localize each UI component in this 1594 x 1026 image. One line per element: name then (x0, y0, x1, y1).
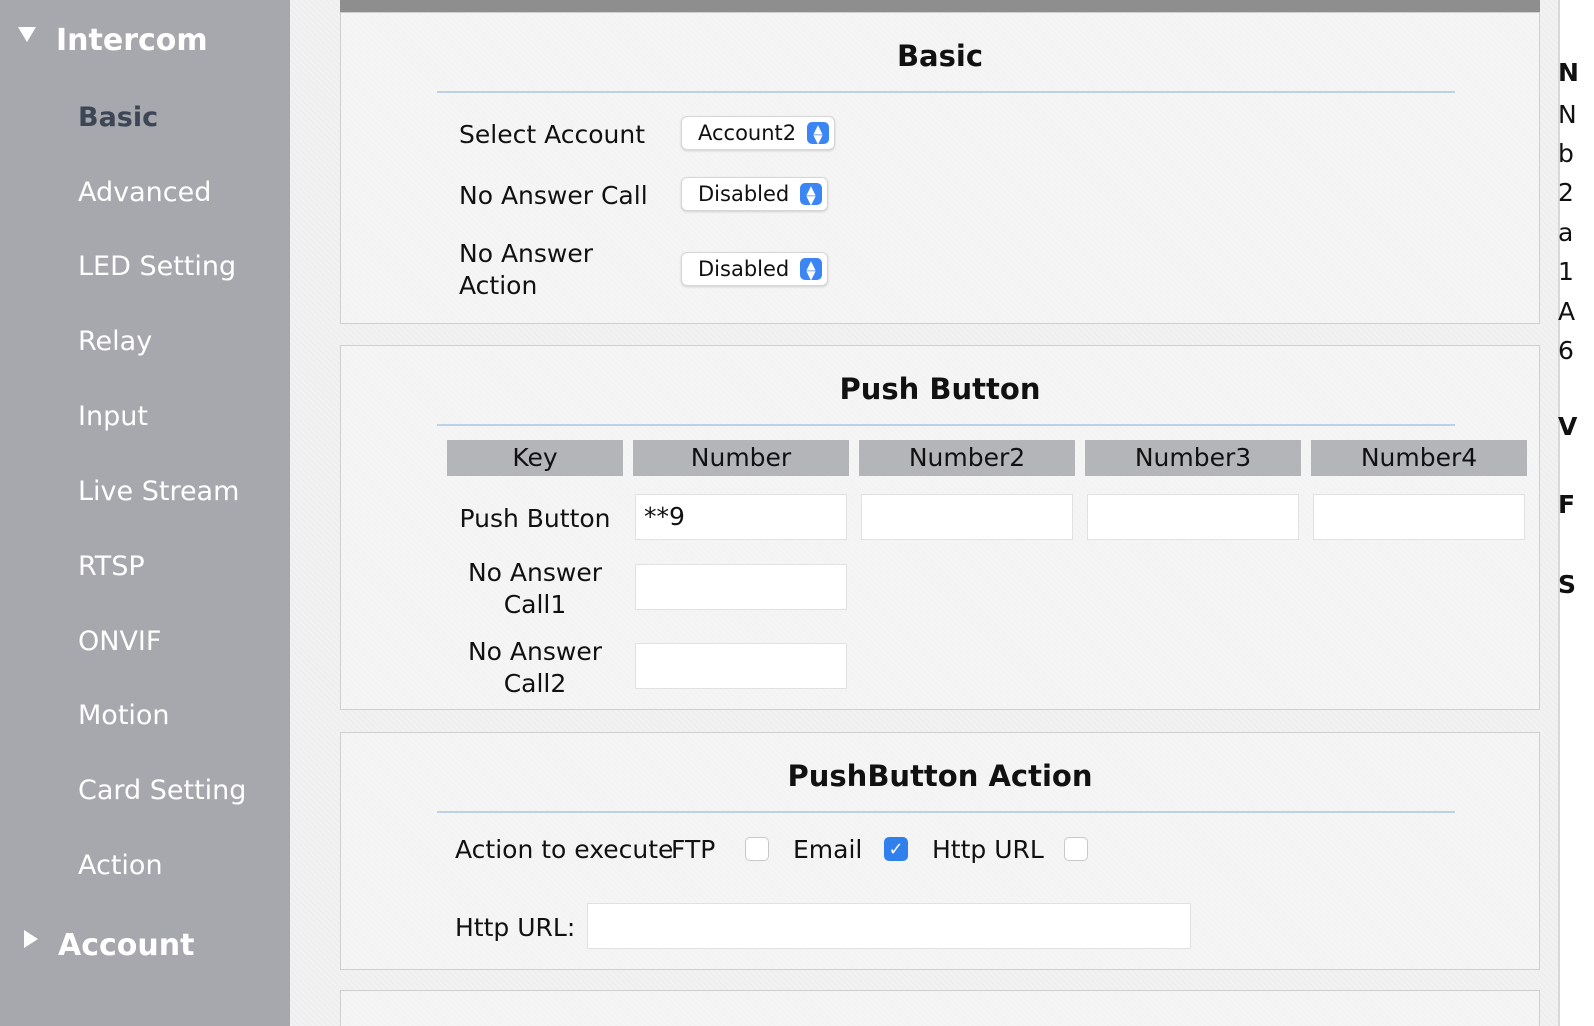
select-account-value: Account2 (698, 121, 797, 145)
collapse-triangle-icon (18, 26, 36, 42)
sidebar-item-relay[interactable]: Relay (78, 322, 152, 362)
dropdown-arrows-icon: ▲ ▼ (807, 122, 829, 145)
sidebar-item-input[interactable]: Input (78, 397, 148, 437)
column-header-key: Key (447, 440, 623, 476)
dropdown-arrows-icon: ▲ ▼ (800, 183, 822, 206)
panel-divider (437, 424, 1455, 426)
help-text-fragment: A (1558, 297, 1576, 326)
expand-triangle-icon (24, 930, 38, 948)
pushbutton-action-panel-title: PushButton Action (787, 759, 1093, 793)
no-answer-call1-input[interactable] (635, 564, 847, 610)
sidebar-item-basic[interactable]: Basic (78, 98, 158, 138)
next-panel (340, 990, 1540, 1026)
email-checkbox[interactable]: ✓ (884, 837, 908, 861)
push-button-panel: Push Button Key Number Number2 Number3 N… (340, 345, 1540, 710)
help-text-fragment: N (1558, 58, 1579, 87)
sidebar-item-onvif[interactable]: ONVIF (78, 622, 161, 662)
no-answer-call-dropdown[interactable]: Disabled ▲ ▼ (681, 177, 828, 211)
help-text-fragment: S (1558, 570, 1577, 599)
sidebar-group-intercom[interactable]: Intercom (18, 20, 208, 60)
email-option-label: Email (793, 835, 863, 864)
sidebar-item-card-setting[interactable]: Card Setting (78, 771, 246, 811)
help-text-fragment: F (1558, 490, 1576, 519)
help-text-fragment: 2 (1558, 178, 1574, 207)
help-text-fragment: V (1558, 412, 1578, 441)
help-text-fragment: b (1558, 139, 1574, 168)
push-button-panel-title: Push Button (839, 372, 1041, 406)
http-url-input[interactable] (587, 903, 1191, 949)
push-button-number-input[interactable]: **9 (635, 494, 847, 540)
top-bar (340, 0, 1540, 12)
push-button-number3-input[interactable] (1087, 494, 1299, 540)
sidebar-group-account[interactable]: Account (18, 925, 194, 965)
help-text-fragment: 6 (1558, 336, 1574, 365)
panel-divider (437, 91, 1455, 93)
pushbutton-action-panel: PushButton Action Action to execute FTP … (340, 732, 1540, 970)
checkmark-icon: ✓ (888, 839, 904, 860)
help-column: N N b 2 a 1 A 6 V F S (1558, 0, 1594, 1026)
select-account-dropdown[interactable]: Account2 ▲ ▼ (681, 116, 835, 150)
no-answer-call2-label: No Answer Call2 (467, 637, 603, 698)
push-button-number4-input[interactable] (1313, 494, 1525, 540)
ftp-option-label: FTP (671, 835, 716, 864)
no-answer-call2-input[interactable] (635, 643, 847, 689)
ftp-checkbox[interactable] (745, 837, 769, 861)
column-header-number3: Number3 (1085, 440, 1301, 476)
column-header-number2: Number2 (859, 440, 1075, 476)
push-button-number2-input[interactable] (861, 494, 1073, 540)
no-answer-call-value: Disabled (698, 182, 790, 206)
sidebar-item-led-setting[interactable]: LED Setting (78, 247, 236, 287)
no-answer-action-dropdown[interactable]: Disabled ▲ ▼ (681, 252, 828, 286)
sidebar-item-rtsp[interactable]: RTSP (78, 547, 145, 587)
main-content: Basic Select Account Account2 ▲ ▼ No Answ… (290, 0, 1594, 1026)
help-text-fragment: a (1558, 218, 1574, 247)
basic-panel: Basic Select Account Account2 ▲ ▼ No Answ… (340, 12, 1540, 324)
help-text-fragment: N (1558, 100, 1577, 129)
http-url-label: Http URL: (455, 913, 576, 942)
column-header-number4: Number4 (1311, 440, 1527, 476)
no-answer-call1-label: No Answer Call1 (467, 558, 603, 619)
sidebar-item-advanced[interactable]: Advanced (78, 173, 211, 213)
panel-divider (437, 811, 1455, 813)
sidebar-item-motion[interactable]: Motion (78, 696, 170, 736)
dropdown-arrows-icon: ▲ ▼ (800, 258, 822, 281)
no-answer-call-label: No Answer Call (459, 181, 648, 210)
basic-panel-title: Basic (896, 39, 984, 73)
sidebar-group-label: Intercom (56, 22, 208, 58)
select-account-label: Select Account (459, 120, 646, 149)
no-answer-action-value: Disabled (698, 257, 790, 281)
sidebar: Intercom Basic Advanced LED Setting Rela… (0, 0, 290, 1026)
no-answer-action-label: No Answer Action (459, 239, 594, 300)
http-url-option-label: Http URL (932, 835, 1044, 864)
help-text-fragment: 1 (1558, 257, 1574, 286)
sidebar-item-live-stream[interactable]: Live Stream (78, 472, 239, 512)
column-header-number: Number (633, 440, 849, 476)
push-button-row-label: Push Button (459, 504, 611, 533)
http-url-checkbox[interactable] (1064, 837, 1088, 861)
sidebar-group-label: Account (58, 927, 195, 963)
action-to-execute-label: Action to execute (455, 835, 674, 864)
sidebar-item-action[interactable]: Action (78, 846, 163, 886)
